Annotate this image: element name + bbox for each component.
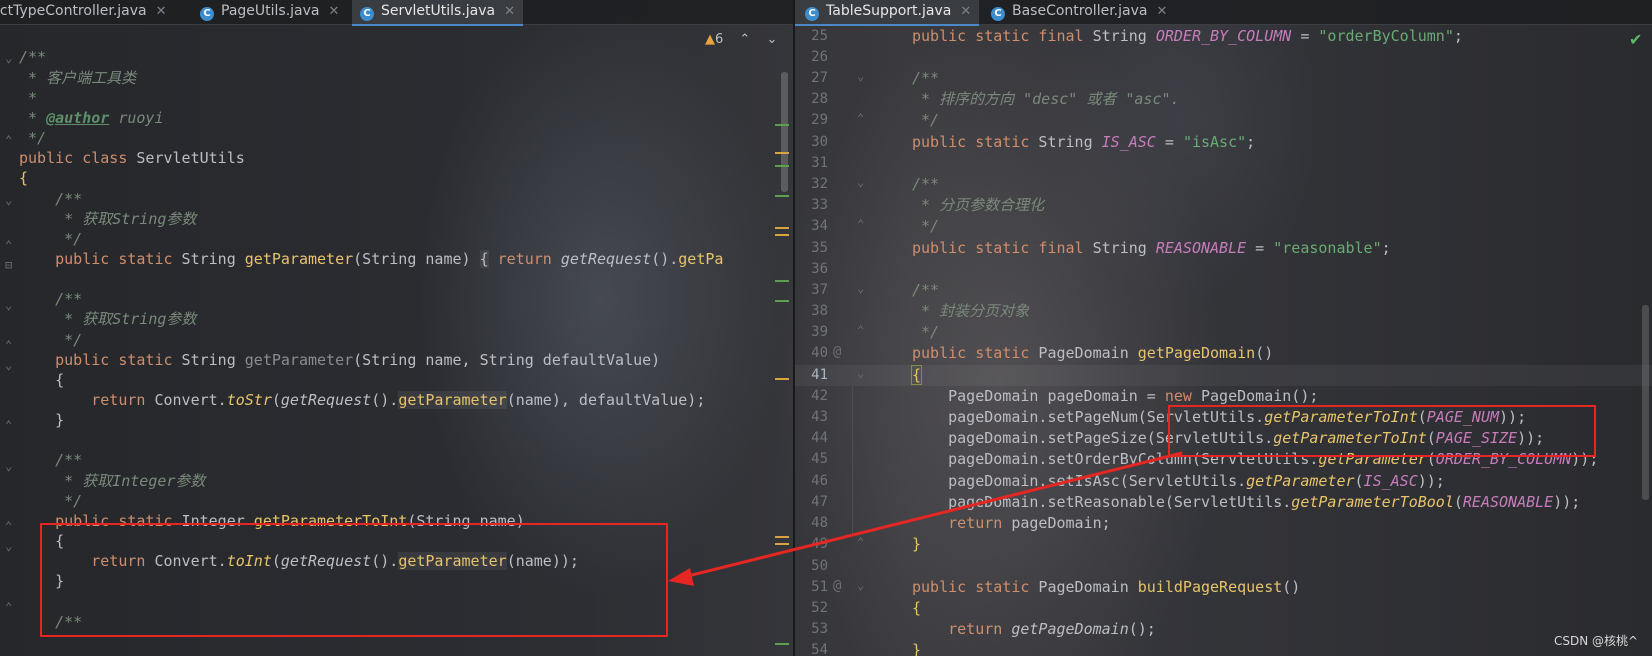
annotation-arrow [668,451,1183,586]
arrow-line [683,451,1183,579]
ide-window: ictTypeController.java ✕ C PageUtils.java ✕… [0,0,1652,656]
arrow-head [668,568,694,586]
